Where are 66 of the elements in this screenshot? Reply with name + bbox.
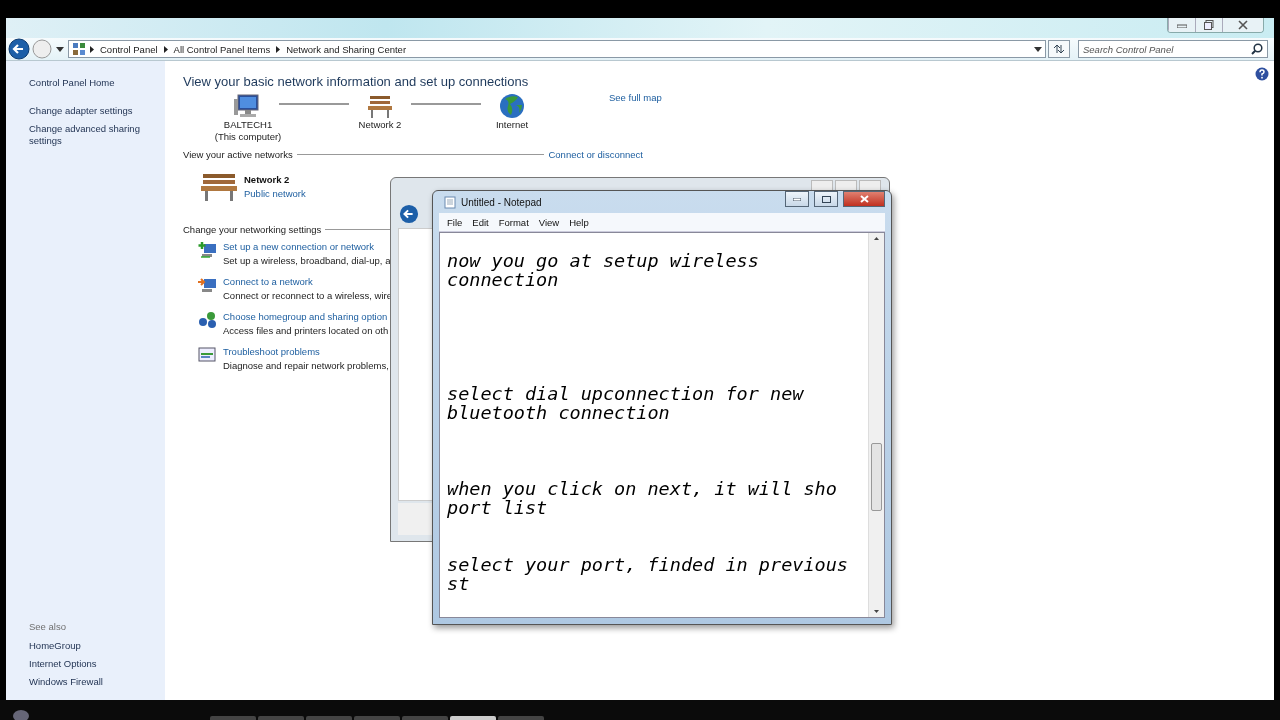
task-link[interactable]: Connect to a network (223, 276, 392, 287)
scrollbar[interactable] (868, 233, 884, 617)
sidebar-link[interactable]: Change advanced sharing settings (29, 123, 149, 147)
restore-icon (1204, 20, 1214, 30)
node-label: (This computer) (214, 131, 282, 143)
sidebar-link[interactable]: HomeGroup (29, 640, 149, 652)
node-label: Internet (495, 119, 529, 131)
breadcrumb-item[interactable]: Control Panel (100, 43, 158, 55)
back-button[interactable] (399, 204, 419, 224)
network-name: Network 2 (244, 173, 291, 185)
connect-network-icon (198, 276, 216, 294)
dropdown-caret-icon[interactable] (1034, 46, 1042, 52)
menu-item[interactable]: Edit (472, 216, 489, 228)
window-title: Untitled - Notepad (461, 196, 542, 208)
task-link[interactable]: Troubleshoot problems (223, 346, 389, 357)
arrow-icon (90, 45, 94, 53)
notepad-icon (444, 195, 456, 209)
menu-item[interactable]: Help (569, 216, 589, 228)
minimize-icon (793, 197, 801, 201)
scroll-up-icon[interactable] (874, 237, 879, 240)
menu-item[interactable]: View (538, 216, 560, 228)
close-icon (1238, 20, 1248, 30)
new-connection-icon (198, 241, 216, 259)
control-panel-icon (72, 42, 86, 56)
troubleshoot-icon (198, 346, 216, 364)
section-title: View your active networks (183, 149, 293, 160)
connect-link[interactable]: Connect or disconnect (548, 149, 643, 160)
node-label: BALTECH1 (223, 119, 273, 131)
refresh-button[interactable] (1048, 40, 1070, 58)
node-label: Network 2 (358, 119, 402, 131)
task-description: Access files and printers located on oth (223, 325, 389, 336)
page-heading: View your basic network information and set up connections (183, 74, 530, 89)
search-field[interactable]: Search Control Panel (1078, 40, 1268, 58)
connector-line (279, 103, 349, 105)
breadcrumb-item[interactable]: All Control Panel Items (173, 43, 271, 55)
minimize-icon (1177, 22, 1187, 28)
see-full-map-link[interactable]: See full map (609, 92, 662, 103)
section-title: Change your networking settings (183, 224, 322, 235)
restore-button[interactable] (1195, 18, 1222, 32)
task-link[interactable]: Choose homegroup and sharing option (223, 311, 389, 322)
task-description: Set up a wireless, broadband, dial-up, a (223, 255, 391, 266)
sidebar-link[interactable]: Internet Options (29, 658, 149, 670)
refresh-icon (1053, 44, 1065, 54)
breadcrumb-item[interactable]: Network and Sharing Center (286, 43, 407, 55)
back-button[interactable] (8, 38, 30, 60)
caret-icon[interactable] (56, 46, 64, 52)
arrow-icon (163, 45, 168, 53)
scroll-down-icon[interactable] (874, 610, 879, 613)
connector-line (411, 103, 481, 105)
maximize-icon (821, 195, 831, 203)
sidebar-link[interactable]: Windows Firewall (29, 676, 149, 688)
menu-item[interactable]: Format (498, 216, 529, 228)
menu-item[interactable]: File (447, 216, 463, 228)
sidebar-link[interactable]: Change adapter settings (29, 105, 149, 117)
homegroup-icon (198, 311, 216, 329)
scrollbar-thumb[interactable] (871, 443, 882, 511)
sidebar-link[interactable]: Control Panel Home (29, 77, 149, 89)
task-link[interactable]: Set up a new connection or network (223, 241, 391, 252)
close-icon (859, 195, 869, 203)
arrow-icon (276, 45, 281, 53)
task-description: Diagnose and repair network problems, (223, 360, 389, 371)
search-icon (1251, 43, 1263, 55)
section-title: See also (29, 621, 67, 632)
help-icon[interactable] (1255, 67, 1269, 81)
network-type-link[interactable]: Public network (244, 187, 306, 199)
address-bar[interactable]: Control Panel All Control Panel Items Network and Sharing Center (68, 40, 1046, 58)
